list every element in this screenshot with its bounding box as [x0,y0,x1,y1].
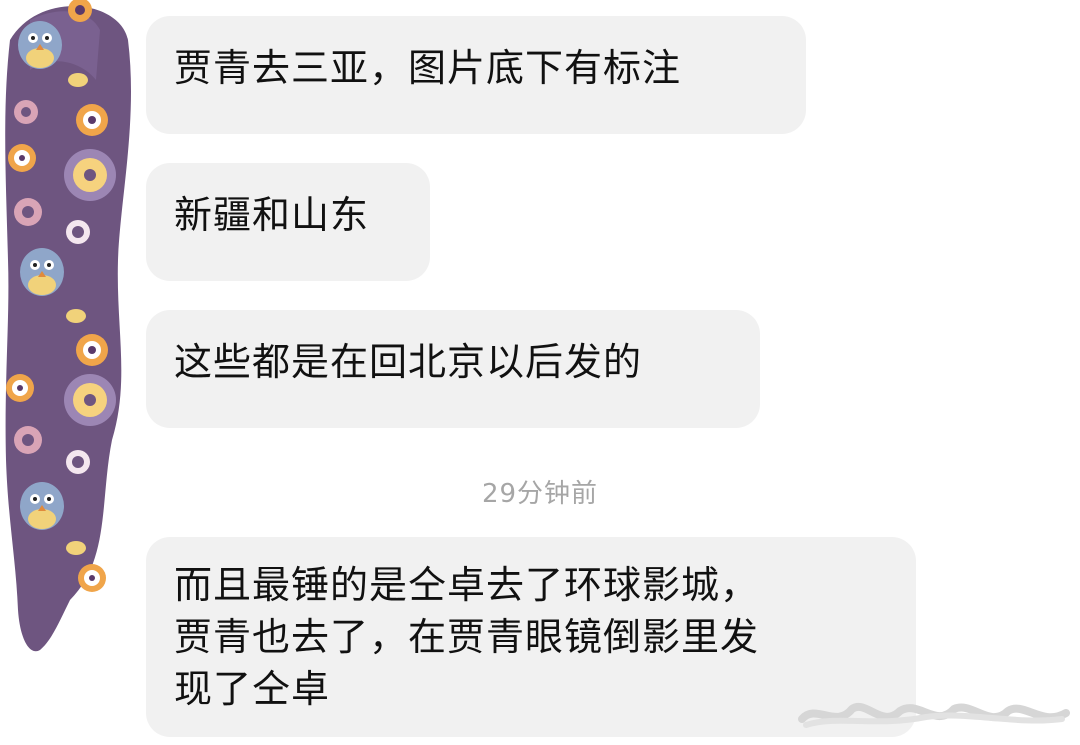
eye-icon [6,374,34,402]
virus-icon [14,100,38,124]
eye-icon [76,334,108,366]
eye-icon [8,144,36,172]
ring-icon [66,220,90,244]
eye-icon [76,104,108,136]
flower-icon [64,374,116,426]
avatar-scribble [5,0,132,652]
watermark-scribble [798,703,1070,728]
owl-icon [20,248,64,296]
message-timestamp: 29分钟前 [481,479,599,509]
flower-icon [64,149,116,201]
ring-icon [66,450,90,474]
message-bubble[interactable]: 这些都是在回北京以后发的 [146,310,760,428]
message-bubble[interactable]: 贾青去三亚，图片底下有标注 [146,16,806,134]
message-bubble[interactable]: 新疆和山东 [146,163,430,281]
owl-icon [18,21,62,69]
chat-screen: 贾青去三亚，图片底下有标注 新疆和山东 这些都是在回北京以后发的 29分钟前 而… [0,0,1080,745]
virus-icon [14,426,42,454]
virus-icon [14,198,42,226]
eye-icon [78,564,106,592]
